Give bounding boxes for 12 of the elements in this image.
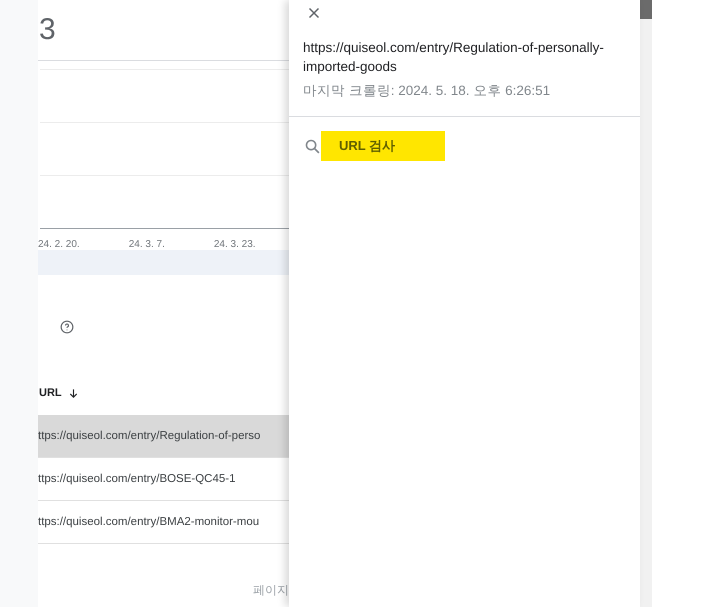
url-inspect-button[interactable]: URL 검사 [321,131,445,161]
help-icon[interactable] [60,320,74,334]
last-crawl-text: 마지막 크롤링: 2024. 5. 18. 오후 6:26:51 [303,82,552,100]
search-icon [304,138,321,154]
page-url: https://quiseol.com/entry/Regulation-of-personally-imported-goods [303,39,605,76]
axis-label: 24. 3. 23. [214,239,256,250]
axis-label: 24. 2. 20. [38,239,80,250]
column-header[interactable]: URL [38,371,289,415]
scrollbar[interactable] [640,0,652,607]
axis-label: 24. 3. 7. [128,239,165,250]
pagination-label: 페이지 [253,582,289,598]
table-row[interactable]: ttps://quiseol.com/entry/Regulation-of-perso [38,415,289,458]
